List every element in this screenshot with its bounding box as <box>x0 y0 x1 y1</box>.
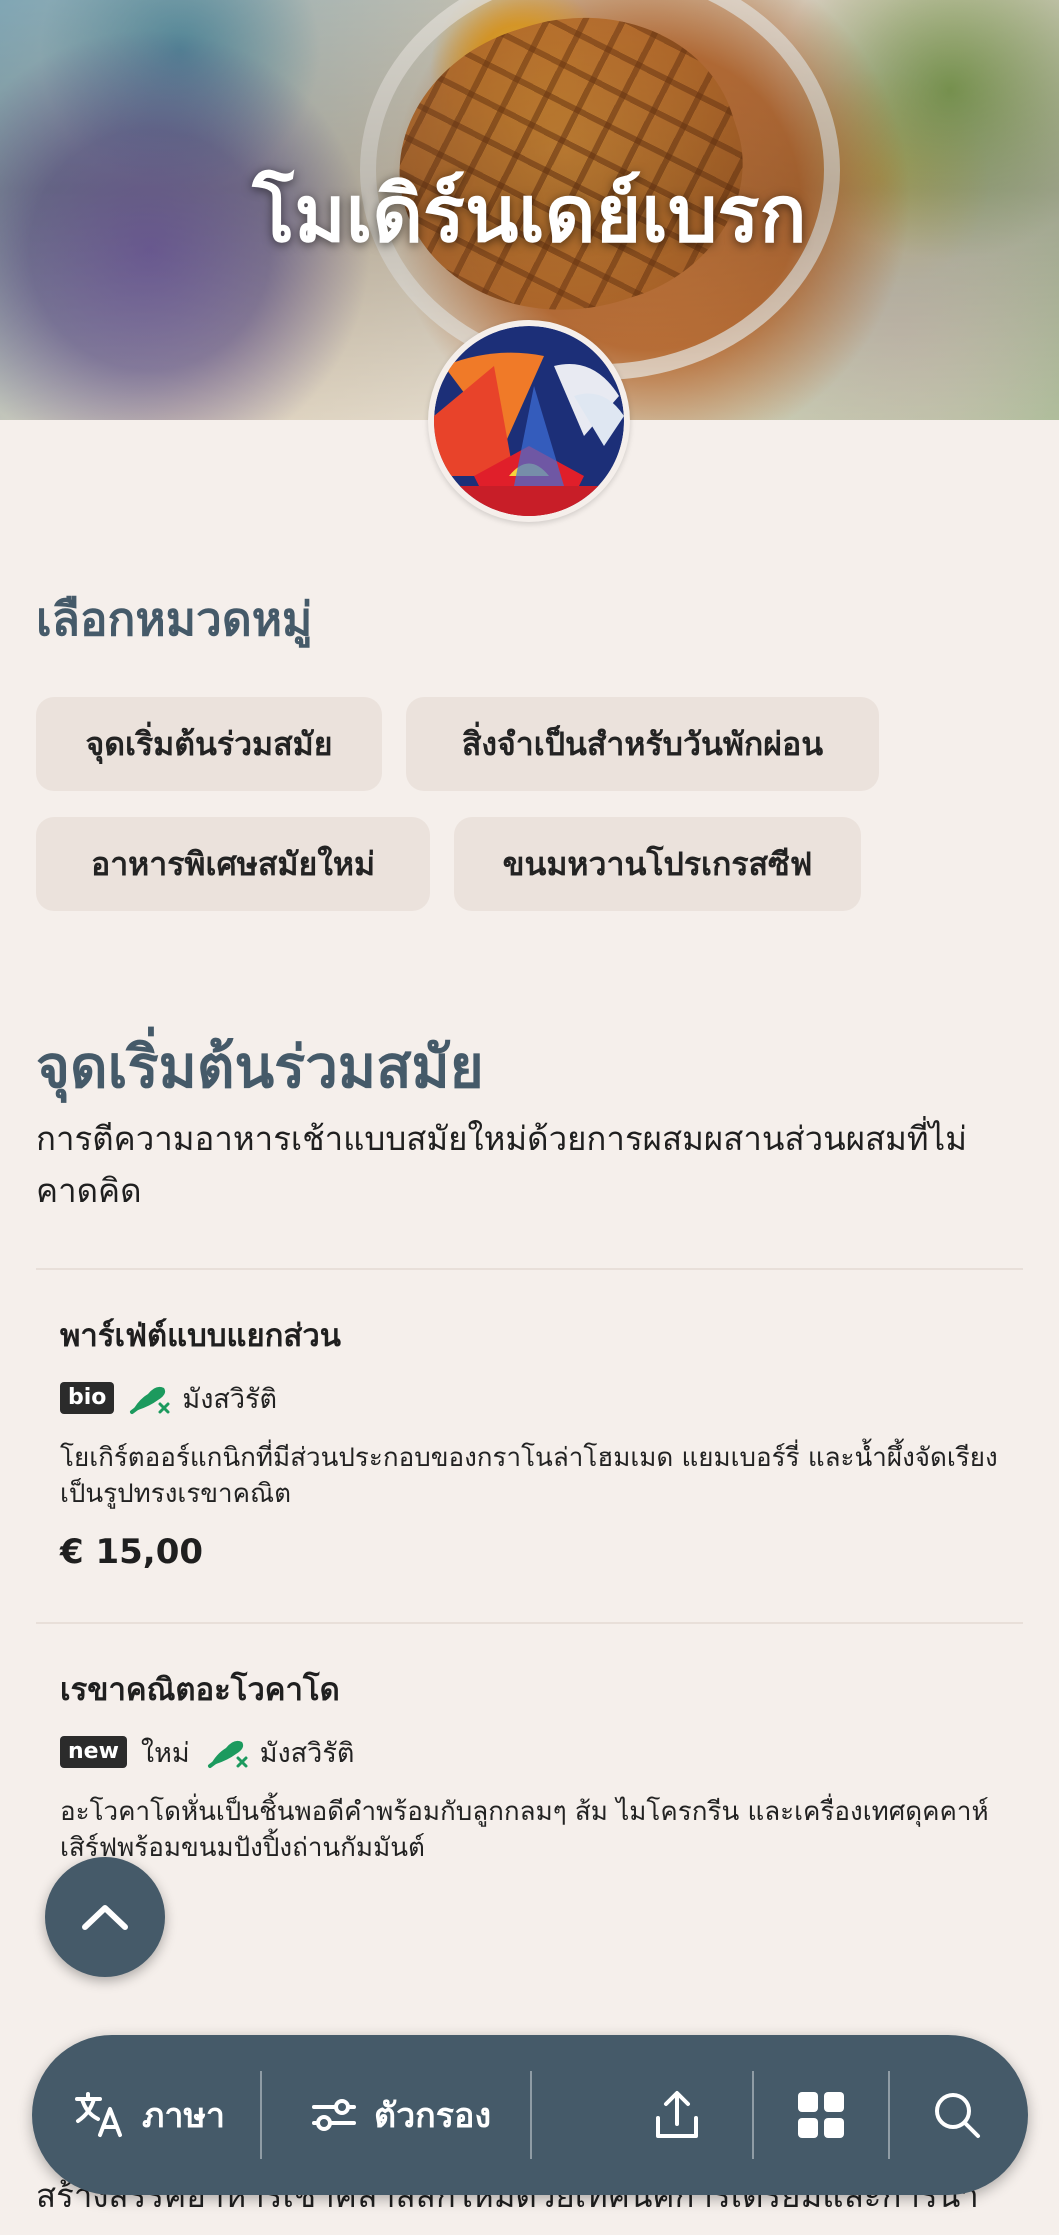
filter-button[interactable]: ตัวกรอง <box>310 2035 491 2195</box>
search-button[interactable] <box>932 2035 982 2195</box>
category-chip-progressive-desserts[interactable]: ขนมหวานโปรเกรสซีฟ <box>454 817 861 911</box>
menu-item-name: เรขาคณิตอะโวคาโด <box>60 1672 340 1708</box>
restaurant-title: โมเดิร์นเดย์เบรก <box>252 170 807 260</box>
category-chip-weekend-essentials[interactable]: สิ่งจำเป็นสำหรับวันพักผ่อน <box>406 697 879 791</box>
language-button[interactable]: ภาษา <box>74 2035 225 2195</box>
section-title: จุดเริ่มต้นร่วมสมัย <box>36 1033 484 1101</box>
menu-item-price: 0 <box>60 1886 1010 1926</box>
category-heading: เลือกหมวดหมู่ <box>36 592 313 646</box>
menu-item-tags: bio มังสวิรัติ <box>60 1378 1010 1418</box>
bio-badge: bio <box>60 1382 115 1414</box>
grid-icon <box>798 2092 844 2138</box>
restaurant-logo <box>428 320 630 522</box>
new-label: ใหม่ <box>140 1737 190 1769</box>
divider <box>36 1622 1023 1624</box>
bottom-toolbar: ภาษา ตัวกรอง <box>32 2035 1028 2195</box>
vegetarian-icon <box>130 1386 170 1414</box>
toolbar-separator <box>530 2071 532 2159</box>
menu-item-price: € 15,00 <box>60 1532 204 1572</box>
filter-label: ตัวกรอง <box>374 2096 492 2136</box>
scroll-to-top-button[interactable] <box>45 1857 165 1977</box>
divider <box>36 1268 1023 1270</box>
vegetarian-label: มังสวิรัติ <box>259 1737 355 1769</box>
toolbar-separator <box>752 2071 754 2159</box>
menu-item-tags: new ใหม่ มังสวิรัติ <box>60 1732 1010 1772</box>
grid-view-button[interactable] <box>796 2035 846 2195</box>
vegetarian-icon <box>207 1740 248 1768</box>
new-badge: new <box>60 1736 127 1768</box>
menu-item-description: อะโวคาโดหั่นเป็นชิ้นพอดีคำพร้อมกับลูกกลม… <box>60 1797 989 1863</box>
menu-item-description: โยเกิร์ตออร์แกนิกที่มีส่วนประกอบของกราโน… <box>60 1443 998 1509</box>
logo-image <box>434 326 624 516</box>
filter-icon <box>312 2099 356 2131</box>
menu-item-name: พาร์เฟ่ต์แบบแยกส่วน <box>60 1318 341 1354</box>
share-icon <box>656 2091 698 2138</box>
menu-item[interactable]: พาร์เฟ่ต์แบบแยกส่วน bio มังสวิรัติ โยเกิ… <box>60 1310 1010 1572</box>
section-description: การตีความอาหารเช้าแบบสมัยใหม่ด้วยการผสมผ… <box>36 1119 968 1210</box>
category-chip-modern-specials[interactable]: อาหารพิเศษสมัยใหม่ <box>36 817 430 911</box>
language-label: ภาษา <box>142 2096 226 2136</box>
chevron-up-icon <box>82 1905 128 1930</box>
translate-icon <box>75 2092 122 2137</box>
vegetarian-label: มังสวิรัติ <box>182 1383 278 1415</box>
toolbar-separator <box>888 2071 890 2159</box>
search-icon <box>935 2093 980 2138</box>
menu-item[interactable]: เรขาคณิตอะโวคาโด new ใหม่ มังสวิรัติ อะโ… <box>60 1664 1010 1926</box>
share-button[interactable] <box>652 2035 702 2195</box>
toolbar-separator <box>260 2071 262 2159</box>
category-chip-contemporary-starters[interactable]: จุดเริ่มต้นร่วมสมัย <box>36 697 382 791</box>
